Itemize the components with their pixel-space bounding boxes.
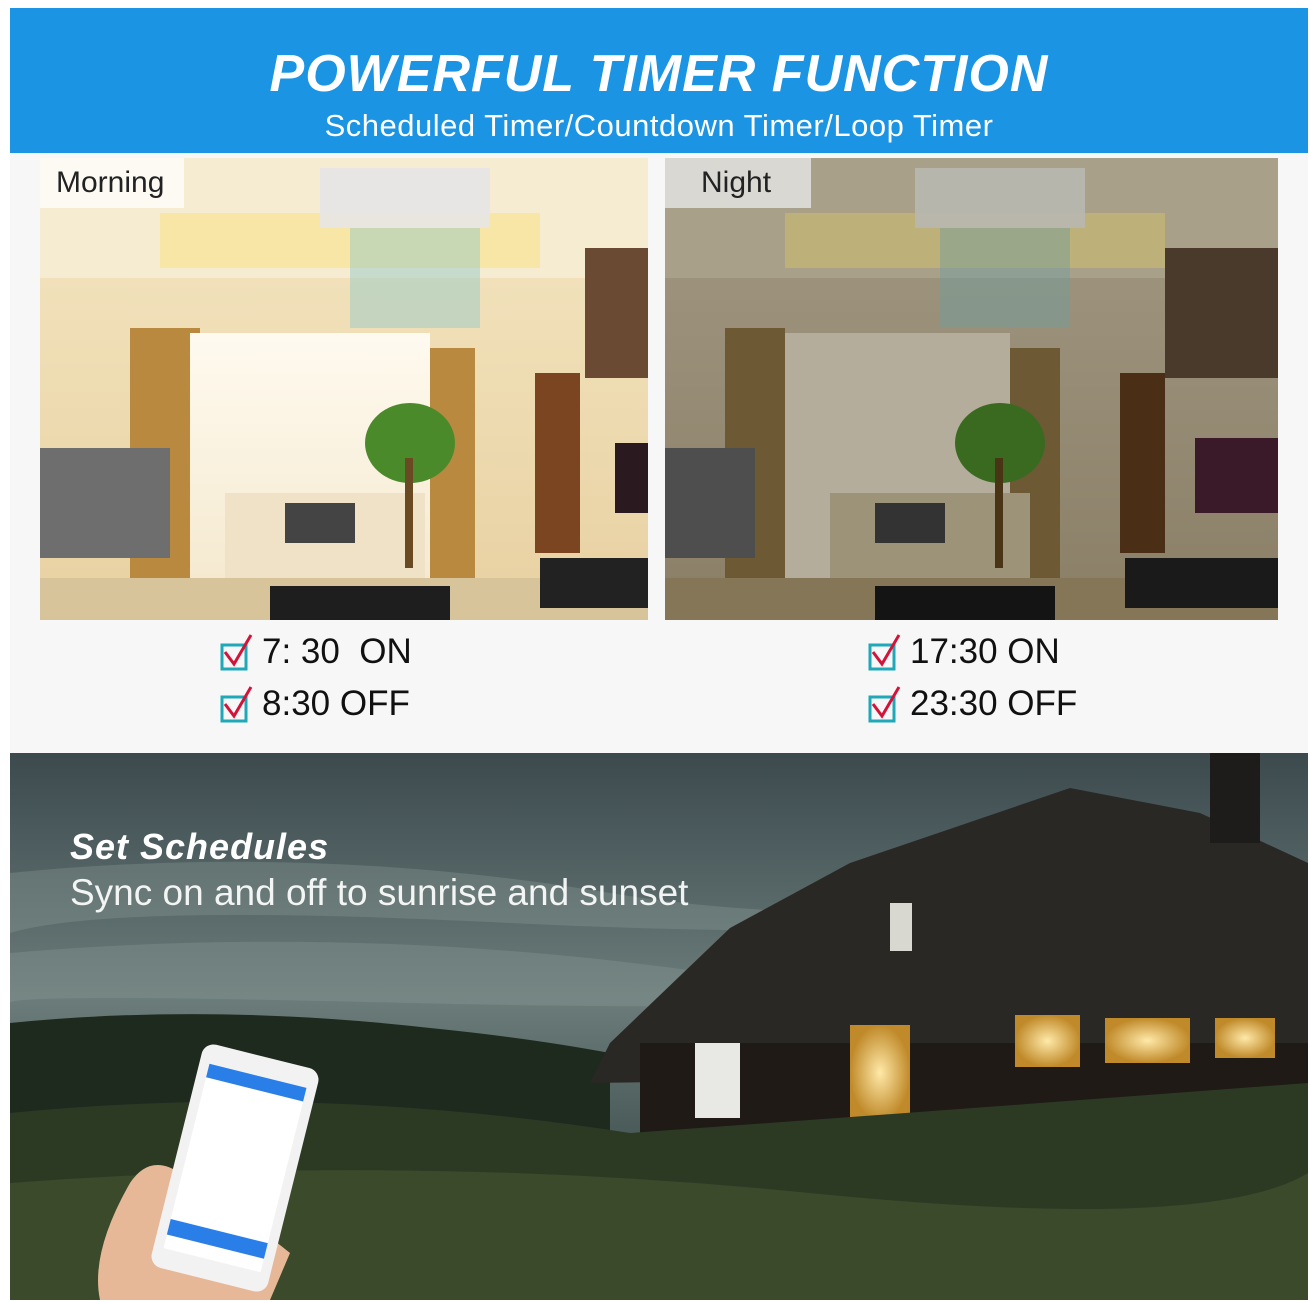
scene-title: Set Schedules (70, 826, 330, 867)
morning-schedule: 7: 30 ON 8:30 OFF (220, 626, 412, 730)
checkbox-checked-icon (220, 632, 254, 672)
night-off-time: 23:30 OFF (910, 684, 1078, 723)
night-label: Night (665, 158, 812, 208)
checkbox-checked-icon (868, 632, 902, 672)
night-room-image: Night (665, 158, 1278, 620)
morning-off-time: 8:30 OFF (262, 684, 410, 723)
scene-subtitle: Sync on and off to sunrise and sunset (70, 872, 689, 913)
checkbox-checked-icon (220, 684, 254, 724)
morning-on-row: 7: 30 ON (220, 626, 412, 678)
morning-room-image: Morning (40, 158, 648, 620)
header-banner: POWERFUL TIMER FUNCTION Scheduled Timer/… (10, 8, 1308, 153)
night-on-time: 17:30 ON (910, 632, 1060, 671)
morning-off-row: 8:30 OFF (220, 678, 412, 730)
banner-subtitle: Scheduled Timer/Countdown Timer/Loop Tim… (324, 108, 994, 143)
night-off-row: 23:30 OFF (868, 678, 1077, 730)
banner-title: POWERFUL TIMER FUNCTION (269, 45, 1049, 103)
night-schedule: 17:30 ON 23:30 OFF (868, 626, 1077, 730)
morning-on-time: 7: 30 ON (262, 632, 412, 671)
checkbox-checked-icon (868, 684, 902, 724)
morning-label: Morning (40, 158, 185, 208)
night-on-row: 17:30 ON (868, 626, 1077, 678)
